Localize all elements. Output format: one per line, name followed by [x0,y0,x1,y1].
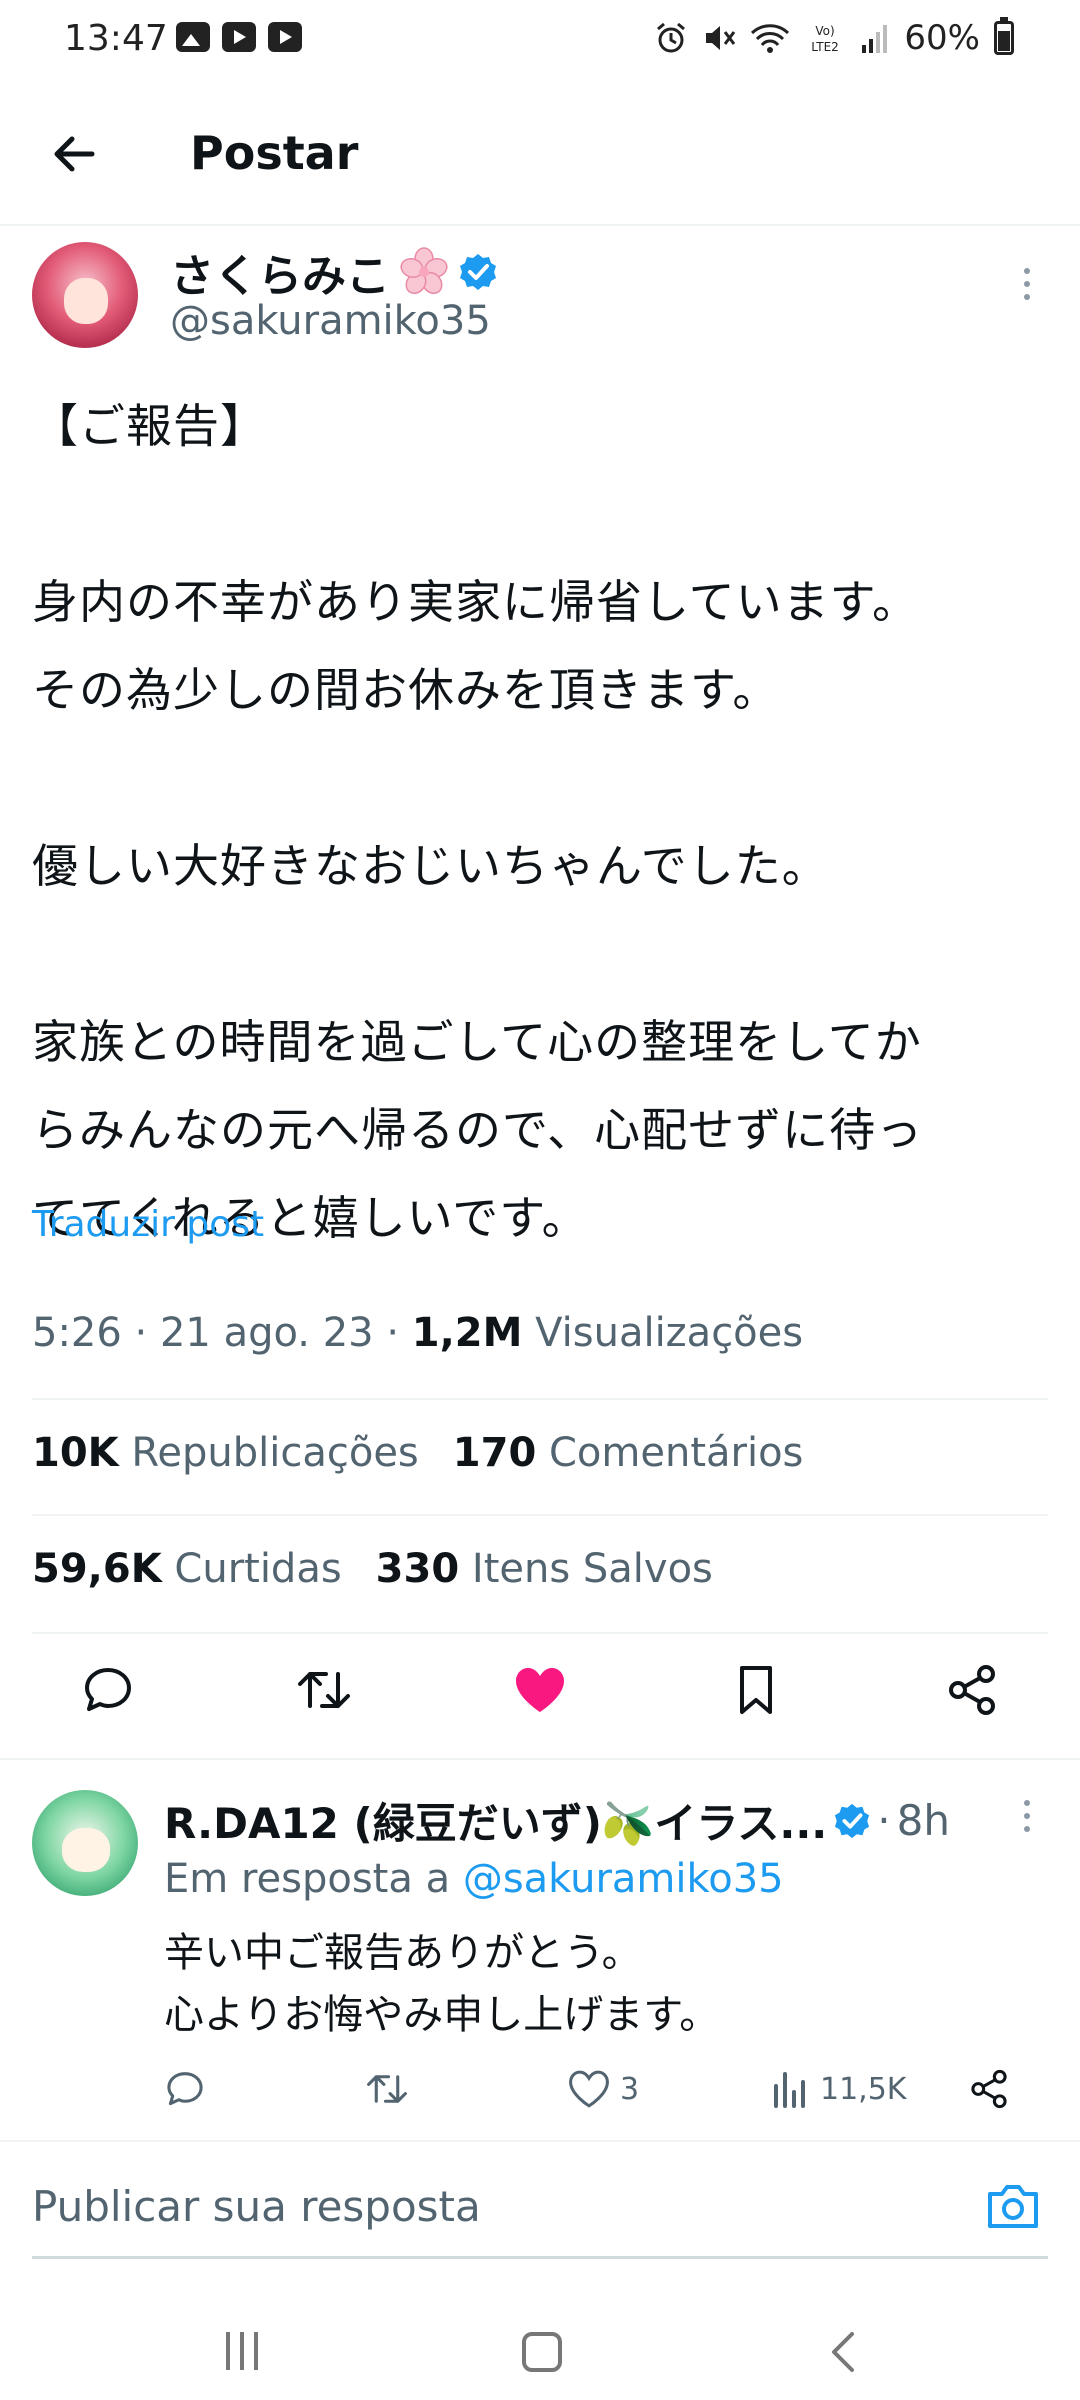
gallery-icon [176,22,210,52]
back-icon[interactable] [826,2330,862,2374]
mute-icon [706,26,736,50]
reply-time: 8h [896,1796,950,1845]
system-nav-bar [0,2300,1080,2400]
reply-author-name: R.DA12 (緑豆だいず)🫒イラス... [164,1799,828,1848]
saves-label: Itens Salvos [471,1546,713,1592]
share-icon[interactable] [942,1660,1002,1720]
author-name: さくらみこ [170,251,390,302]
analytics-icon [774,2072,805,2108]
reply-author-row[interactable]: R.DA12 (緑豆だいず)🫒イラス... · 8h [164,1790,950,1851]
comments-label: Comentários [549,1430,804,1476]
post-date: 21 ago. 23 [159,1310,374,1356]
status-time: 13:47 [64,18,168,59]
reply-like-button[interactable]: 3 [566,2066,639,2112]
divider [0,1758,1080,1760]
status-bar: 13:47 Vo) LTE2 60% [0,0,1080,80]
divider [32,1514,1048,1516]
reply-share-button[interactable] [966,2066,1012,2112]
reply-author-avatar[interactable] [32,1790,138,1896]
svg-text:Vo): Vo) [816,24,835,38]
reply-to-prefix: Em resposta a [164,1856,451,1902]
battery-percent: 60% [904,18,980,58]
alarm-icon [657,22,686,53]
reposts-stat[interactable]: 10K Republicações [32,1430,419,1476]
notification-icons [176,22,302,52]
wifi-icon [751,24,790,53]
verified-badge-icon [835,1803,870,1838]
comment-icon[interactable] [78,1660,138,1720]
reply-comment-button[interactable] [162,2066,208,2112]
recent-apps-icon[interactable] [222,2332,262,2372]
svg-text:LTE2: LTE2 [812,40,840,54]
likes-count: 59,6K [32,1546,162,1592]
top-app-bar: Postar [0,100,1080,226]
verified-badge-icon [460,254,496,290]
saves-count: 330 [375,1546,460,1592]
author-handle[interactable]: @sakuramiko35 [170,298,491,344]
reply-repost-button[interactable] [364,2066,410,2112]
volte-icon: Vo) LTE2 [812,24,840,54]
reply-action-bar: 3 11,5K [0,2066,1080,2126]
views-count: 1,2M [411,1310,523,1356]
stats-row-1: 10K Republicações 170 Comentários [32,1430,803,1476]
saves-stat[interactable]: 330 Itens Salvos [376,1546,713,1592]
reply-input[interactable]: Publicar sua resposta [32,2182,481,2231]
more-options-icon[interactable] [1022,1800,1032,1840]
repost-icon [367,2075,407,2103]
post-text: 【ご報告】 身内の不幸があり実家に帰省しています。 その為少しの間お休みを頂きま… [32,399,924,1245]
reposts-label: Republicações [131,1430,419,1476]
share-icon [971,2069,1007,2109]
camera-icon[interactable] [984,2178,1042,2234]
system-icons: Vo) LTE2 60% [654,17,1014,58]
bookmark-icon[interactable] [726,1660,786,1720]
author-name-row[interactable]: さくらみこ [170,240,498,304]
reply-like-count: 3 [620,2071,640,2107]
back-arrow-icon[interactable] [48,128,100,180]
battery-icon [994,17,1014,55]
divider [32,1398,1048,1400]
post-action-bar [0,1660,1080,1740]
sakura-flower-icon [400,247,448,295]
translate-post-link[interactable]: Traduzir post [32,1204,264,1245]
stats-row-2: 59,6K Curtidas 330 Itens Salvos [32,1546,713,1592]
likes-label: Curtidas [174,1546,342,1592]
reply-views-count: 11,5K [820,2071,907,2107]
repost-icon[interactable] [294,1660,354,1720]
likes-stat[interactable]: 59,6K Curtidas [32,1546,342,1592]
author-avatar[interactable] [32,242,138,348]
page-title: Postar [190,126,359,180]
heart-outline-icon [569,2070,609,2108]
post-meta: 5:26 · 21 ago. 23 · 1,2M Visualizações [32,1310,804,1356]
divider [0,2140,1080,2142]
youtube-icon [222,22,256,52]
comment-icon [167,2072,203,2106]
post-time: 5:26 [32,1310,122,1356]
youtube-icon [268,22,302,52]
home-icon[interactable] [522,2332,562,2372]
heart-icon[interactable] [510,1660,570,1720]
reply-to-handle[interactable]: @sakuramiko35 [463,1856,784,1902]
more-options-icon[interactable] [1022,268,1032,308]
comments-count: 170 [452,1430,537,1476]
reply-views-button[interactable]: 11,5K [770,2066,906,2112]
views-label: Visualizações [535,1310,804,1356]
reply-text: 辛い中ご報告ありがとう。 心よりお悔やみ申し上げます。 [164,1930,720,2038]
reposts-count: 10K [32,1430,119,1476]
signal-icon [862,25,888,53]
reply-to-line: Em resposta a @sakuramiko35 [164,1856,784,1902]
divider [32,1632,1048,1634]
comments-stat[interactable]: 170 Comentários [453,1430,804,1476]
input-underline [32,2256,1048,2259]
